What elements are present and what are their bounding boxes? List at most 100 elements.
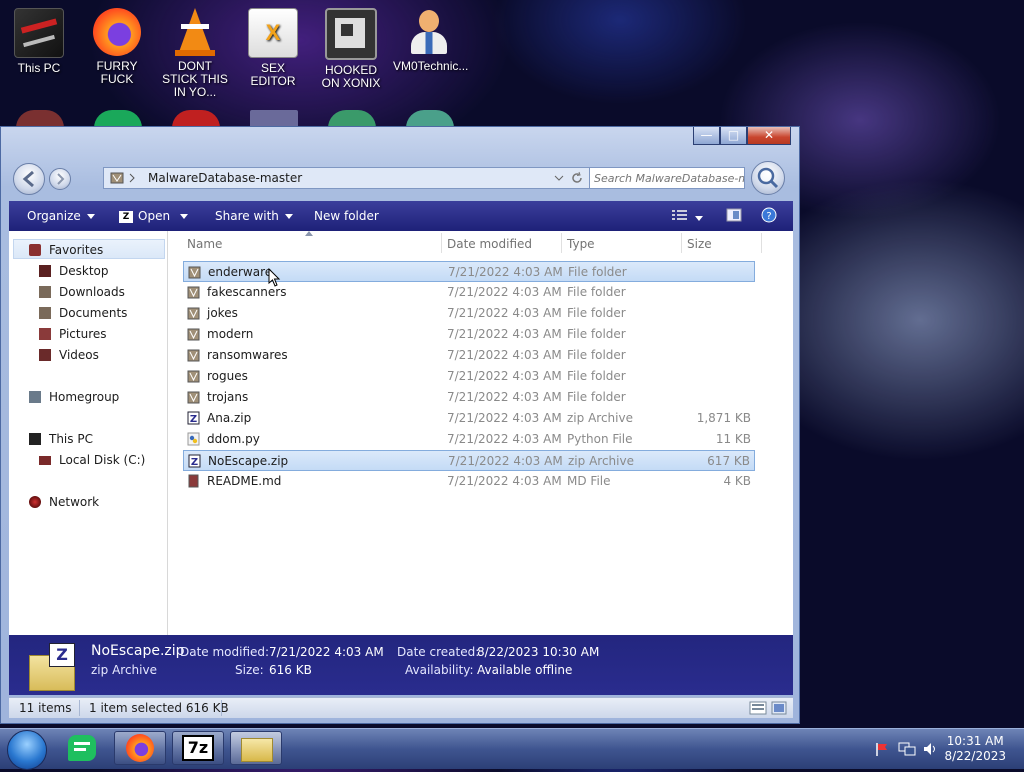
nav-item-pictures[interactable]: Pictures — [39, 327, 107, 341]
file-date: 7/21/2022 4:03 AM — [447, 306, 562, 320]
folder-icon — [241, 738, 273, 762]
details-filename: NoEscape.zip — [91, 643, 185, 659]
nav-item-desktop[interactable]: Desktop — [39, 264, 109, 278]
file-type: File folder — [567, 285, 626, 299]
caret-down-icon — [695, 216, 703, 221]
file-row[interactable]: Z Ana.zip 7/21/2022 4:03 AM zip Archive 1,87… — [183, 408, 755, 429]
open-button[interactable]: Z Open — [119, 209, 189, 223]
column-separator[interactable] — [561, 233, 562, 253]
column-header-name[interactable]: Name — [187, 237, 222, 251]
back-button[interactable] — [13, 163, 45, 195]
nav-item-label: Network — [49, 495, 100, 509]
taskbar-app-7zip[interactable]: 7z — [172, 731, 224, 765]
start-button[interactable] — [7, 730, 47, 770]
nav-item-documents[interactable]: Documents — [39, 306, 127, 320]
file-row[interactable]: rogues 7/21/2022 4:03 AM File folder — [183, 366, 755, 387]
volume-icon[interactable] — [922, 741, 938, 757]
details-filetype: zip Archive — [91, 663, 157, 677]
file-date: 7/21/2022 4:03 AM — [447, 411, 562, 425]
command-bar: Organize Z Open Share with New folder ? — [9, 201, 793, 231]
folder-icon — [187, 327, 200, 341]
game-icon — [325, 8, 377, 60]
explorer-window[interactable]: — □ ✕ MalwareDatabase-master Organize ZO… — [0, 126, 800, 724]
arrow-left-icon — [22, 170, 34, 188]
close-button[interactable]: ✕ — [747, 127, 791, 145]
desktop-icon-sex-editor[interactable]: X SEX EDITOR — [237, 4, 309, 88]
file-row[interactable]: README.md 7/21/2022 4:03 AM MD File 4 KB — [183, 471, 755, 492]
chevron-down-icon[interactable] — [554, 175, 564, 183]
taskbar-app-messages[interactable] — [58, 731, 110, 765]
file-name: README.md — [207, 474, 282, 488]
python-file-icon — [187, 432, 200, 446]
desktop-icon-vm0[interactable]: VM0Technic... — [393, 4, 469, 73]
date-created-label: Date created: — [397, 645, 480, 659]
preview-pane-button[interactable] — [726, 207, 742, 226]
folder-icon — [187, 369, 200, 383]
file-date: 7/21/2022 4:03 AM — [447, 474, 562, 488]
desktop-icon-vlc[interactable]: DONT STICK THIS IN YO... — [159, 4, 231, 99]
details-view-icon[interactable] — [749, 701, 767, 715]
column-header-size[interactable]: Size — [687, 237, 712, 251]
search-input[interactable] — [594, 169, 744, 187]
computer-icon — [29, 433, 41, 445]
column-header-date[interactable]: Date modified — [447, 237, 532, 251]
help-button[interactable]: ? — [761, 207, 777, 226]
desktop-icon-label: This PC — [17, 61, 61, 75]
nav-item-local-disk[interactable]: Local Disk (C:) — [39, 453, 145, 467]
file-row[interactable]: ransomwares 7/21/2022 4:03 AM File folder — [183, 345, 755, 366]
content-area: Favorites Desktop Downloads Documents Pi… — [9, 231, 793, 635]
thumbnail-view-icon[interactable] — [771, 701, 787, 715]
system-clock[interactable]: 10:31 AM 8/22/2023 — [944, 734, 1006, 764]
size-value: 616 KB — [269, 663, 312, 677]
nav-item-this-pc[interactable]: This PC — [29, 432, 93, 446]
new-folder-button[interactable]: New folder — [314, 209, 379, 223]
person-icon — [405, 8, 453, 56]
file-list[interactable]: Name Date modified Type Size enderware 7/… — [177, 231, 793, 635]
taskbar-app-explorer[interactable] — [230, 731, 282, 765]
file-row[interactable]: Z NoEscape.zip 7/21/2022 4:03 AM zip Archiv… — [183, 450, 755, 471]
file-date: 7/21/2022 4:03 AM — [447, 369, 562, 383]
column-header-type[interactable]: Type — [567, 237, 595, 251]
drive-icon — [39, 455, 51, 465]
share-with-label: Share with — [215, 209, 279, 223]
nav-item-homegroup[interactable]: Homegroup — [29, 390, 119, 404]
file-row[interactable]: ddom.py 7/21/2022 4:03 AM Python File 11 KB — [183, 429, 755, 450]
share-with-button[interactable]: Share with — [215, 209, 293, 223]
column-separator[interactable] — [761, 233, 762, 253]
navigation-pane[interactable]: Favorites Desktop Downloads Documents Pi… — [9, 231, 168, 635]
taskbar-app-firefox[interactable] — [114, 731, 166, 765]
nav-item-downloads[interactable]: Downloads — [39, 285, 125, 299]
desktop-icon-xonix[interactable]: HOOKED ON XONIX — [315, 4, 387, 90]
search-box[interactable] — [589, 167, 745, 189]
refresh-icon[interactable] — [570, 171, 584, 185]
organize-button[interactable]: Organize — [27, 209, 95, 223]
nav-item-videos[interactable]: Videos — [39, 348, 99, 362]
list-view-icon — [672, 210, 687, 220]
forward-button[interactable] — [49, 168, 71, 190]
column-separator[interactable] — [681, 233, 682, 253]
nav-item-network[interactable]: Network — [29, 495, 99, 509]
network-status-icon[interactable] — [898, 741, 916, 757]
file-row[interactable]: modern 7/21/2022 4:03 AM File folder — [183, 324, 755, 345]
desktop-icon-label: VM0Technic... — [393, 59, 469, 73]
availability-value: Available offline — [477, 663, 573, 677]
file-size: 617 KB — [707, 454, 750, 468]
file-row[interactable]: trojans 7/21/2022 4:03 AM File folder — [183, 387, 755, 408]
file-row[interactable]: jokes 7/21/2022 4:03 AM File folder — [183, 303, 755, 324]
nav-item-favorites[interactable]: Favorites — [29, 243, 103, 257]
desktop-icon-this-pc[interactable]: This PC — [3, 4, 75, 75]
minimize-button[interactable]: — — [693, 127, 720, 145]
action-center-flag-icon[interactable] — [874, 741, 890, 757]
nav-item-label: Desktop — [59, 264, 109, 278]
file-name: ddom.py — [207, 432, 260, 446]
search-button[interactable] — [751, 161, 785, 195]
chevron-right-icon[interactable] — [128, 173, 136, 183]
maximize-button[interactable]: □ — [720, 127, 747, 145]
pictures-icon — [39, 328, 51, 340]
status-separator — [221, 700, 222, 716]
view-options-button[interactable] — [671, 208, 703, 225]
desktop-icon-furry[interactable]: FURRY FUCK — [81, 4, 153, 86]
column-separator[interactable] — [441, 233, 442, 253]
address-bar[interactable]: MalwareDatabase-master — [103, 167, 591, 189]
file-type: zip Archive — [568, 454, 634, 468]
